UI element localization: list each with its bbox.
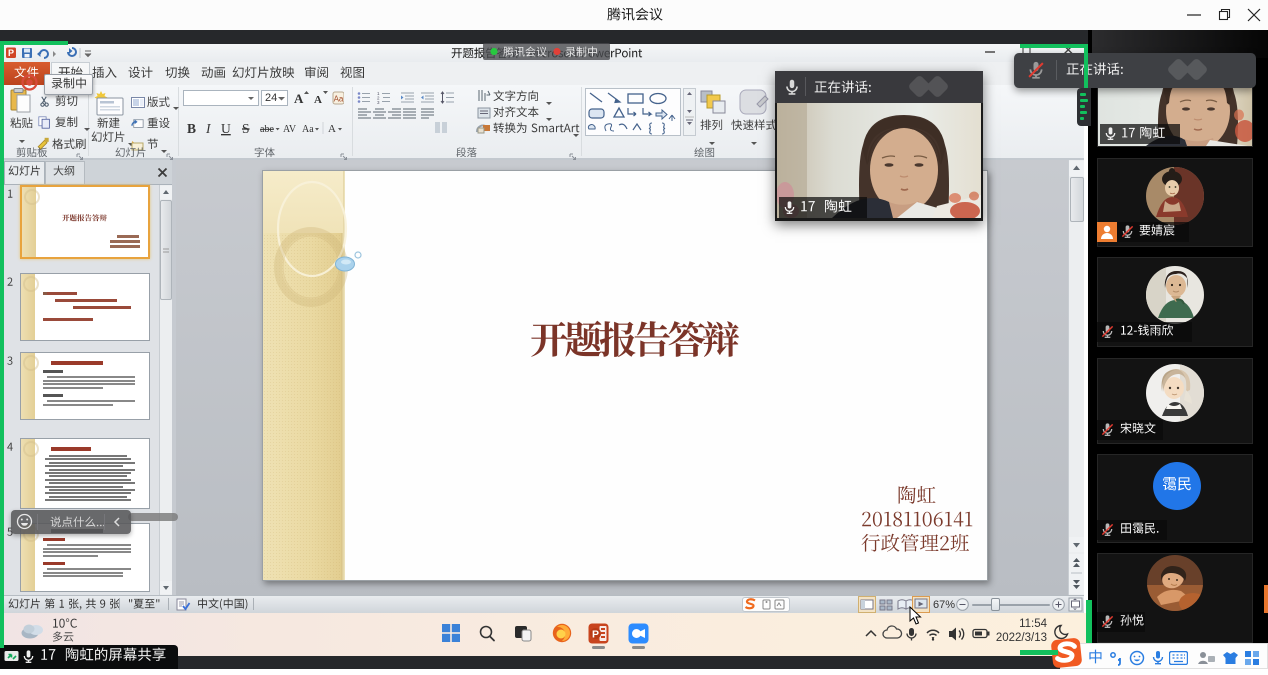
- svg-text:U: U: [221, 121, 231, 136]
- svg-text:A: A: [294, 91, 304, 106]
- svg-text:A: A: [328, 123, 336, 135]
- svg-text:P: P: [8, 48, 14, 58]
- svg-text:I: I: [205, 121, 212, 136]
- svg-text:P: P: [592, 629, 599, 641]
- svg-text:S: S: [242, 121, 250, 136]
- svg-text:AV: AV: [283, 124, 297, 135]
- svg-text:B: B: [187, 121, 196, 136]
- svg-text:Aa: Aa: [302, 124, 314, 135]
- svg-text:A: A: [314, 94, 322, 106]
- svg-text:3: 3: [377, 100, 380, 104]
- svg-text:abe: abe: [260, 124, 274, 135]
- svg-text:Aa: Aa: [334, 95, 344, 104]
